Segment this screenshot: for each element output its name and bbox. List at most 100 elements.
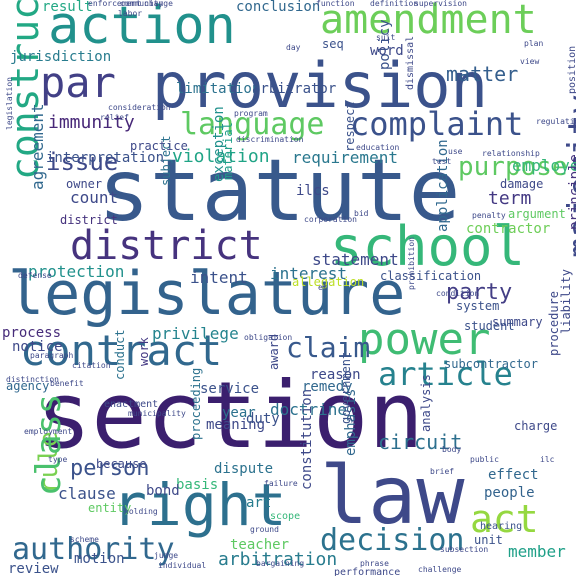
word-128: program [234, 109, 268, 118]
word-41: arbitrator [252, 81, 337, 97]
word-126: holding [124, 507, 158, 516]
word-cloud: section statute legislature provision school… [0, 0, 576, 576]
word-156: scheme [70, 535, 99, 544]
word-47: people [484, 485, 535, 501]
word-120: regulation [536, 117, 576, 126]
word-89: policy [377, 19, 393, 70]
word-40: limitation [176, 81, 261, 97]
word-122: paragraph [30, 351, 74, 360]
word-143: relationship [482, 149, 540, 158]
word-68: seq [322, 37, 344, 51]
word-76: bond [146, 483, 180, 499]
word-38: interpretation [46, 150, 165, 166]
word-146: penalty [472, 211, 506, 220]
word-64: teacher [230, 537, 290, 553]
word-160: judge [154, 551, 179, 560]
word-95: liability [559, 268, 573, 334]
word-130: definition [370, 0, 419, 8]
word-105: practice [130, 139, 188, 153]
word-77: art [246, 495, 272, 511]
word-155: brief [430, 467, 455, 476]
word-72: year [222, 405, 256, 421]
word-147: et [318, 283, 328, 292]
word-37: matter [446, 62, 519, 86]
word-79: review [8, 561, 59, 576]
word-52: intent [190, 268, 248, 287]
word-14: complaint [350, 105, 524, 143]
word-103: material [221, 122, 235, 180]
word-49: clause [58, 484, 116, 503]
word-104: respect [343, 101, 357, 152]
word-119: legislation [5, 77, 14, 130]
word-58: effect [488, 467, 539, 483]
word-108: hearing [480, 521, 523, 532]
word-137: plan [524, 39, 544, 48]
word-148: prohibition [407, 237, 416, 290]
word-140: discrimination [236, 135, 304, 144]
word-142: use [448, 147, 463, 156]
word-30: district [60, 213, 118, 227]
word-151: municipality [128, 409, 186, 418]
word-23: claim [286, 331, 371, 364]
word-125: ground [250, 525, 279, 534]
word-39: result [42, 0, 93, 15]
word-152: employment [24, 427, 73, 436]
word-62: process [2, 325, 62, 341]
word-78: motion [74, 551, 125, 567]
word-133: community [120, 0, 164, 8]
word-111: subsection [440, 545, 489, 554]
word-97: charge [514, 419, 558, 433]
word-65: constitution [299, 388, 315, 490]
word-84: conduct [113, 329, 127, 380]
word-150: citation [72, 361, 111, 370]
word-115: consideration [108, 103, 171, 112]
word-159: distinction [6, 375, 59, 384]
word-93: analysis [419, 374, 433, 432]
word-131: supervision [414, 0, 467, 8]
word-138: view [520, 57, 540, 66]
word-36: requirement [292, 148, 398, 167]
word-48: member [508, 542, 566, 561]
word-121: condition [436, 289, 480, 298]
word-92: subcontractor [444, 357, 538, 371]
word-149: obligation [244, 333, 293, 342]
word-154: body [442, 445, 462, 454]
word-66: proceeding [189, 367, 203, 440]
word-161: phrase [360, 559, 389, 568]
word-56: dispute [214, 461, 274, 477]
word-53: contractor [466, 221, 551, 237]
word-107: scope [270, 511, 301, 522]
word-117: dismissal [405, 35, 416, 90]
word-59: count [70, 188, 119, 207]
word-145: bid [354, 209, 369, 218]
word-90: because [96, 457, 147, 471]
word-158: ilc [540, 455, 555, 464]
word-26: par [40, 58, 116, 107]
word-35: term [488, 188, 532, 209]
word-80: damage [500, 177, 544, 191]
word-157: public [470, 455, 499, 464]
word-113: individual [158, 561, 207, 570]
word-43: jurisdiction [10, 49, 112, 65]
word-21: class [29, 393, 69, 496]
word-109: bargaining [256, 559, 305, 568]
word-34: agreement [28, 103, 47, 190]
word-112: challenge [418, 565, 462, 574]
word-98: classification [380, 269, 482, 283]
word-86: system [456, 299, 500, 313]
word-75: basis [176, 477, 219, 493]
word-42: conclusion [236, 0, 321, 15]
word-46: principle [567, 154, 576, 230]
word-61: service [200, 381, 260, 397]
word-141: education [356, 143, 400, 152]
word-124: failure [264, 479, 298, 488]
word-54: argument [508, 207, 566, 221]
word-99: allegation [292, 275, 365, 289]
word-44: privilege [152, 324, 239, 343]
word-118: position [567, 45, 576, 94]
word-116: relief [100, 113, 129, 122]
word-134: labor [118, 9, 143, 18]
word-87: student [464, 319, 515, 333]
word-96: government [339, 351, 353, 424]
word-67: work [137, 337, 151, 366]
